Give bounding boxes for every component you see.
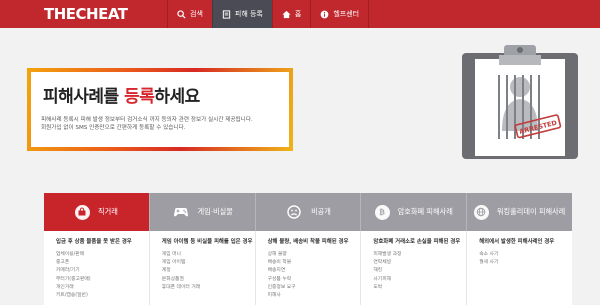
- sad-face-icon: [285, 205, 303, 220]
- category-detail-panel: 입금 후 상품 물품을 못 받은 경우 업체이용/판매 중고폰 카메라/기기 부…: [44, 231, 572, 305]
- list-item[interactable]: 피해사: [268, 292, 361, 300]
- category-title: 상해 불량, 배송비 착불 피해된 경우: [267, 239, 349, 245]
- nav-help-center-label: 헬프센터: [333, 10, 360, 18]
- crypto-icon: ₿: [374, 204, 390, 220]
- category-list: 업체이용/판매 중고폰 카메라/기기 부터기(중고판매) 개인거래 키트/캡숑(…: [56, 251, 149, 300]
- list-item[interactable]: 배송지연: [268, 267, 361, 275]
- list-item[interactable]: 인증정보 요구: [268, 284, 361, 292]
- list-item[interactable]: 키트/캡숑(일반): [56, 292, 149, 300]
- search-icon: [177, 9, 186, 19]
- category-column: 암호화폐 거래소로 손실을 피해된 경우 피해발생 과정 연락채널 해킹 사기피…: [361, 231, 468, 305]
- hero-description-line: 회원가입 없이 SMS 인증만으로 간편하게 등록할 수 있습니다.: [41, 125, 186, 131]
- nav-register-label: 피해 등록: [234, 10, 263, 18]
- register-icon: [222, 9, 231, 19]
- category-column: 게임 아이템 등 비실물 피해를 입은 경우 게임 머니 게임 아이템 계정 문…: [150, 231, 256, 305]
- nav-home[interactable]: 홈: [271, 0, 310, 28]
- list-item[interactable]: 개인거래: [56, 284, 149, 292]
- list-item[interactable]: 배송비 착불: [268, 259, 361, 267]
- category-column: 입금 후 상품 물품을 못 받은 경우 업체이용/판매 중고폰 카메라/기기 부…: [44, 231, 150, 305]
- list-item[interactable]: 상해 불량: [268, 251, 361, 259]
- list-item[interactable]: 사기피해: [373, 276, 466, 284]
- hero-description-line: 피해사례 등록시 피해 발생 정보부터 검거소식 까지 등의자 관련 정보가 실…: [41, 117, 253, 123]
- tab-crypto[interactable]: ₿ 암호화폐 피해사례: [361, 193, 468, 231]
- hero-title: 피해사례를 등록하세요: [43, 82, 200, 107]
- list-item[interactable]: 계정: [162, 267, 255, 275]
- clipboard-arrested-illustration: ARRESTED: [462, 45, 578, 159]
- info-icon: [320, 10, 329, 18]
- category-tabs: 직거래 게임·비실물 비공개 ₿ 암호화폐 피해사례 워킹홀리데이 피해사례: [44, 193, 572, 231]
- hero-banner: 피해사례를 등록하세요 피해사례 등록시 피해 발생 정보부터 검거소식 까지 …: [27, 68, 293, 151]
- category-title: 입금 후 상품 물품을 못 받은 경우: [56, 239, 132, 245]
- tab-label: 워킹홀리데이 피해사례: [496, 207, 566, 216]
- list-item[interactable]: 숙소 사기: [479, 251, 572, 259]
- globe-icon: [473, 204, 489, 220]
- list-item[interactable]: 업체이용/판매: [56, 251, 149, 259]
- list-item[interactable]: 카메라/기기: [56, 267, 149, 275]
- main-nav: 검색 피해 등록 홈 헬프센터: [167, 0, 370, 28]
- category-column: 상해 불량, 배송비 착불 피해된 경우 상해 불량 배송비 착불 배송지연 구…: [256, 231, 362, 305]
- list-item[interactable]: 피해발생 과정: [373, 251, 466, 259]
- list-item[interactable]: 해킹: [373, 267, 466, 275]
- category-title: 암호화폐 거래소로 손실을 피해된 경우: [373, 239, 461, 245]
- trade-icon: [74, 204, 90, 220]
- tab-game-virtual[interactable]: 게임·비실물: [149, 193, 256, 231]
- list-item[interactable]: 게임 머니: [162, 251, 255, 259]
- svg-text:₿: ₿: [379, 209, 385, 217]
- list-item[interactable]: 중고폰: [56, 259, 149, 267]
- site-logo[interactable]: THECHEAT: [44, 5, 128, 23]
- tab-label: 암호화폐 피해사례: [397, 207, 453, 216]
- list-item[interactable]: 부터기(중고판매): [56, 276, 149, 284]
- tab-working-holiday[interactable]: 워킹홀리데이 피해사례: [467, 193, 572, 231]
- list-item[interactable]: 연락채널: [373, 259, 466, 267]
- category-list: 피해발생 과정 연락채널 해킹 사기피해 도박: [373, 251, 466, 292]
- list-item[interactable]: 휴대폰 데이터 거래: [162, 284, 255, 292]
- nav-search-label: 검색: [190, 10, 203, 18]
- category-column: 해외에서 발생한 피해사례인 경우 숙소 사기 월세 사기: [467, 231, 572, 305]
- tab-private[interactable]: 비공개: [255, 193, 362, 231]
- nav-search[interactable]: 검색: [167, 0, 212, 28]
- hero-description: 피해사례 등록시 피해 발생 정보부터 검거소식 까지 등의자 관련 정보가 실…: [41, 116, 253, 132]
- gamepad-icon: [172, 205, 190, 220]
- top-navigation-bar: THECHEAT 검색 피해 등록 홈 헬프센터: [0, 0, 600, 28]
- category-title: 해외에서 발생한 피해사례인 경우: [479, 239, 555, 245]
- list-item[interactable]: 월세 사기: [479, 259, 572, 267]
- list-item[interactable]: 구성품 누락: [268, 276, 361, 284]
- nav-help-center[interactable]: 헬프센터: [310, 0, 370, 28]
- category-title: 게임 아이템 등 비실물 피해를 입은 경우: [161, 239, 253, 245]
- home-icon: [282, 10, 291, 18]
- tab-label: 직거래: [97, 207, 118, 216]
- hero-title-start: 피해사례를: [43, 87, 125, 107]
- list-item[interactable]: 게임 아이템: [162, 259, 255, 267]
- nav-home-label: 홈: [294, 10, 302, 18]
- category-list: 게임 머니 게임 아이템 계정 문화상품권 휴대폰 데이터 거래: [162, 251, 255, 292]
- category-list: 숙소 사기 월세 사기: [479, 251, 572, 267]
- tab-label: 비공개: [311, 207, 331, 216]
- tab-direct-trade[interactable]: 직거래: [44, 193, 150, 231]
- hero-title-highlight: 등록: [124, 87, 155, 107]
- nav-register[interactable]: 피해 등록: [211, 0, 272, 28]
- category-list: 상해 불량 배송비 착불 배송지연 구성품 누락 인증정보 요구 피해사: [268, 251, 361, 300]
- list-item[interactable]: 도박: [373, 284, 466, 292]
- tab-label: 게임·비실물: [197, 207, 233, 216]
- list-item[interactable]: 문화상품권: [162, 276, 255, 284]
- hero-title-end: 하세요: [154, 87, 200, 107]
